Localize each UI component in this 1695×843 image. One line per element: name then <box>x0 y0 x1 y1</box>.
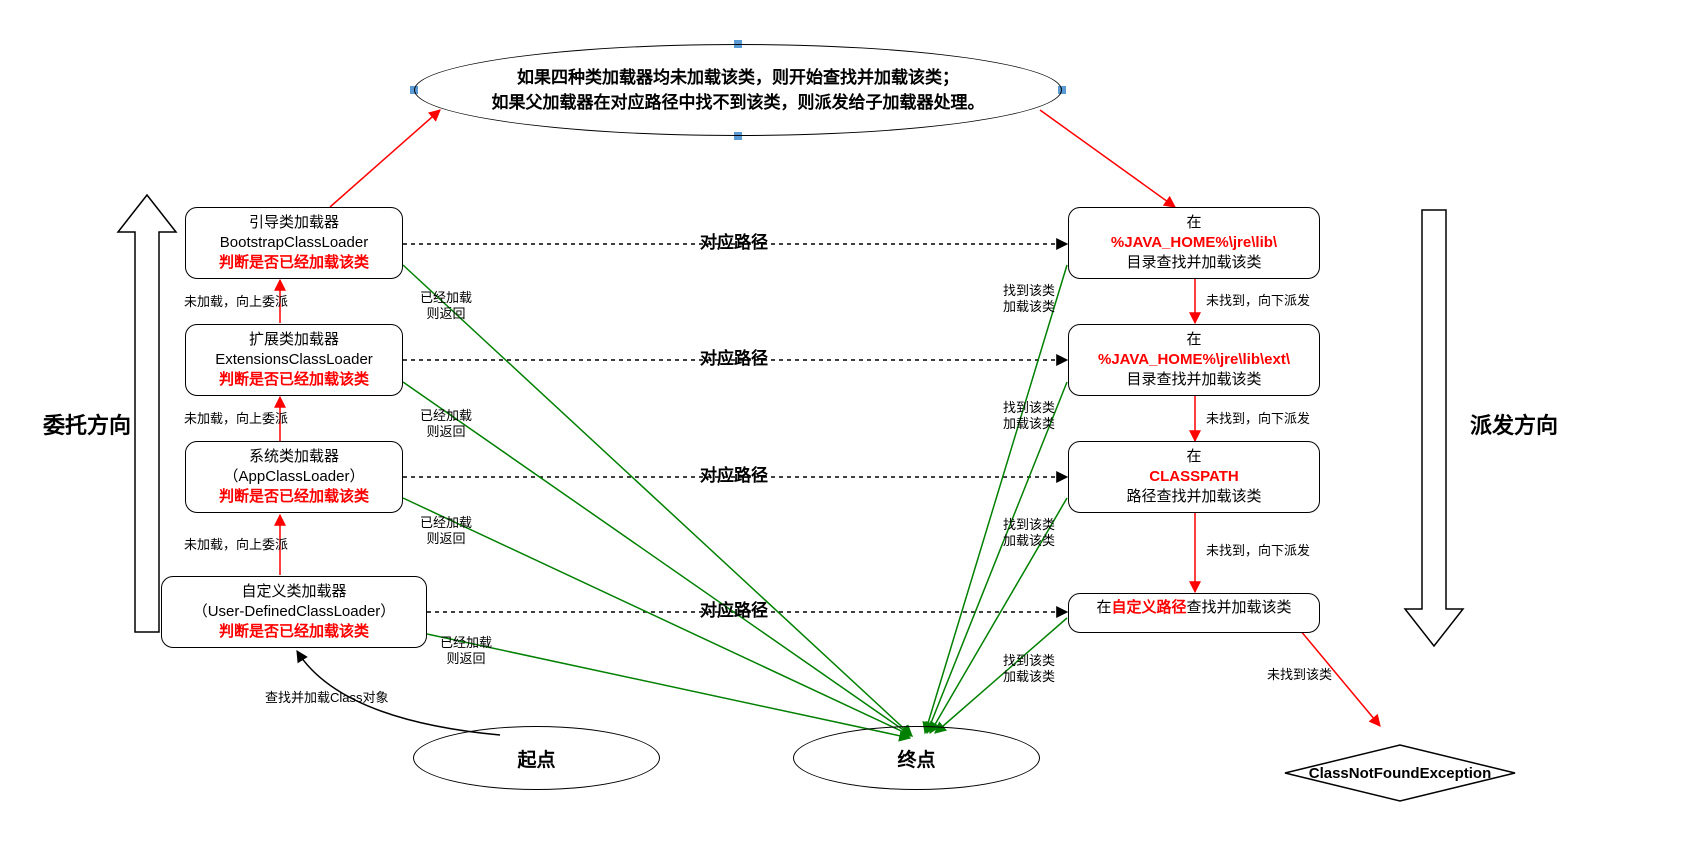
edge-label-path: 对应路径 <box>700 348 768 369</box>
edge-label-found: 找到该类 加载该类 <box>1003 400 1055 433</box>
edge-label-path: 对应路径 <box>700 465 768 486</box>
box-ext-path: 在 %JAVA_HOME%\jre\lib\ext\ 目录查找并加载该类 <box>1068 324 1320 396</box>
box-line1: 自定义类加载器 <box>168 582 420 602</box>
box-line2: %JAVA_HOME%\jre\lib\ <box>1075 233 1313 253</box>
box-app-path: 在 CLASSPATH 路径查找并加载该类 <box>1068 441 1320 513</box>
box-text-highlight: 自定义路径 <box>1111 598 1186 628</box>
box-text-pre: 在 <box>1096 598 1111 628</box>
edge-label-delegate: 未加载，向上委派 <box>184 294 288 310</box>
edge-label-found: 找到该类 加载该类 <box>1003 653 1055 686</box>
box-user-loader: 自定义类加载器 （User-DefinedClassLoader） 判断是否已经… <box>161 576 427 648</box>
edge-label-dispatch: 未找到，向下派发 <box>1206 293 1310 309</box>
edge-label-found: 找到该类 加载该类 <box>1003 283 1055 316</box>
edge-label-path: 对应路径 <box>700 232 768 253</box>
box-line3: 判断是否已经加载该类 <box>168 622 420 642</box>
box-text-post: 查找并加载该类 <box>1187 598 1292 628</box>
box-line2: CLASSPATH <box>1075 467 1313 487</box>
box-ext-loader: 扩展类加载器 ExtensionsClassLoader 判断是否已经加载该类 <box>185 324 403 396</box>
edge-label-delegate: 未加载，向上委派 <box>184 537 288 553</box>
box-user-path: 在 自定义路径 查找并加载该类 <box>1068 593 1320 633</box>
box-app-loader: 系统类加载器 （AppClassLoader） 判断是否已经加载该类 <box>185 441 403 513</box>
start-node: 起点 <box>413 726 660 790</box>
edge-label-dispatch: 未找到，向下派发 <box>1206 543 1310 559</box>
edge-label-start: 查找并加载Class对象 <box>265 690 389 706</box>
edge-label-loaded: 已经加载 则返回 <box>440 635 492 668</box>
box-line3: 目录查找并加载该类 <box>1075 253 1313 273</box>
edge-label-dispatch: 未找到，向下派发 <box>1206 411 1310 427</box>
box-line3: 目录查找并加载该类 <box>1075 370 1313 390</box>
box-bootstrap-path: 在 %JAVA_HOME%\jre\lib\ 目录查找并加载该类 <box>1068 207 1320 279</box>
exception-node: ClassNotFoundException <box>1285 745 1515 801</box>
box-line1: 引导类加载器 <box>192 213 396 233</box>
top-note-line1: 如果四种类加载器均未加载该类，则开始查找并加载该类； <box>445 65 1031 91</box>
edge-label-path: 对应路径 <box>700 600 768 621</box>
left-direction-label: 委托方向 <box>43 408 131 440</box>
box-line2: BootstrapClassLoader <box>192 233 396 253</box>
top-note: 如果四种类加载器均未加载该类，则开始查找并加载该类； 如果父加载器在对应路径中找… <box>414 44 1062 136</box>
box-line2: %JAVA_HOME%\jre\lib\ext\ <box>1075 350 1313 370</box>
edge-label-loaded: 已经加载 则返回 <box>420 290 472 323</box>
edge-label-loaded: 已经加载 则返回 <box>420 515 472 548</box>
box-line2: （AppClassLoader） <box>192 467 396 487</box>
exception-label: ClassNotFoundException <box>1309 765 1492 782</box>
edge-label-found: 找到该类 加载该类 <box>1003 517 1055 550</box>
edge-label-loaded: 已经加载 则返回 <box>420 408 472 441</box>
box-line2: ExtensionsClassLoader <box>192 350 396 370</box>
end-node: 终点 <box>793 726 1040 790</box>
box-line1: 在 <box>1075 447 1313 467</box>
box-bootstrap-loader: 引导类加载器 BootstrapClassLoader 判断是否已经加载该类 <box>185 207 403 279</box>
top-note-line2: 如果父加载器在对应路径中找不到该类，则派发给子加载器处理。 <box>445 90 1031 116</box>
end-label: 终点 <box>897 745 935 772</box>
box-line1: 系统类加载器 <box>192 447 396 467</box>
start-label: 起点 <box>517 745 555 772</box>
box-line3: 路径查找并加载该类 <box>1075 487 1313 507</box>
diagram-root: 如果四种类加载器均未加载该类，则开始查找并加载该类； 如果父加载器在对应路径中找… <box>0 0 1695 843</box>
edge-label-delegate: 未加载，向上委派 <box>184 411 288 427</box>
box-line3: 判断是否已经加载该类 <box>192 370 396 390</box>
box-line1: 扩展类加载器 <box>192 330 396 350</box>
box-line2: （User-DefinedClassLoader） <box>168 602 420 622</box>
edge-label-notfound: 未找到该类 <box>1267 667 1332 683</box>
right-direction-label: 派发方向 <box>1470 408 1558 440</box>
box-line1: 在 <box>1075 330 1313 350</box>
box-line1: 在 <box>1075 213 1313 233</box>
box-line3: 判断是否已经加载该类 <box>192 253 396 273</box>
box-line3: 判断是否已经加载该类 <box>192 487 396 507</box>
